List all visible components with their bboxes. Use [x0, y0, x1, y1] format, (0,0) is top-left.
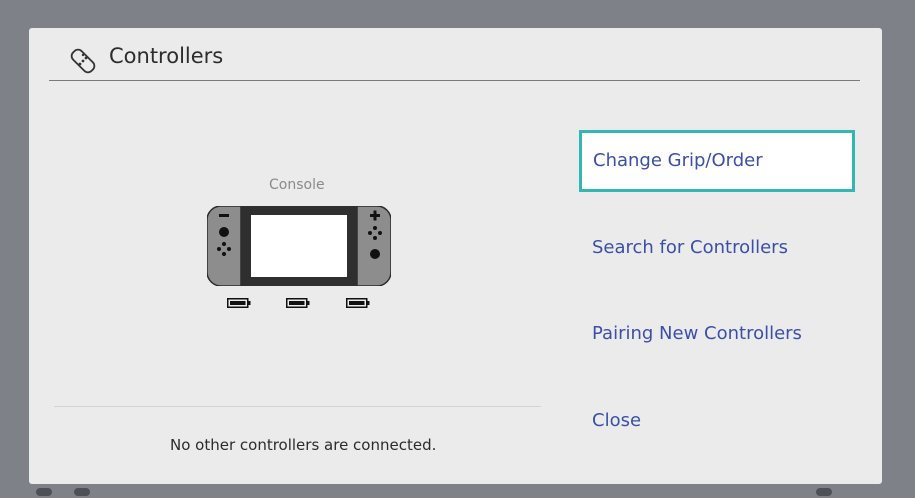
console-label: Console — [269, 177, 325, 193]
menu-item-change-grip-order[interactable]: Change Grip/Order — [579, 130, 855, 192]
backdrop-dot — [816, 488, 832, 496]
battery-icon — [227, 298, 251, 308]
backdrop-dot — [36, 488, 52, 496]
menu-item-search-for-controllers[interactable]: Search for Controllers — [579, 217, 855, 279]
page-title: Controllers — [109, 44, 224, 68]
status-message: No other controllers are connected. — [170, 436, 437, 454]
switch-console-icon — [207, 206, 391, 286]
backdrop-dot — [74, 488, 90, 496]
controllers-dialog: Controllers Console No other controllers… — [29, 28, 882, 484]
controller-icon — [70, 48, 96, 74]
menu-item-close[interactable]: Close — [579, 390, 855, 452]
battery-icon — [286, 298, 310, 308]
dialog-header: Controllers — [49, 40, 860, 81]
battery-icon — [346, 298, 370, 308]
menu-item-pairing-new-controllers[interactable]: Pairing New Controllers — [579, 303, 855, 365]
status-divider — [54, 406, 541, 407]
